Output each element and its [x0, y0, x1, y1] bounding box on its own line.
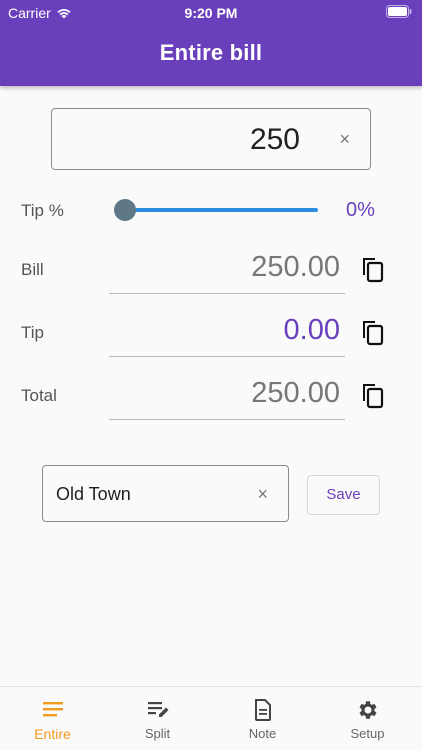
- total-label: Total: [21, 386, 57, 405]
- nav-item-entire[interactable]: Entire: [0, 687, 105, 750]
- nav-item-note[interactable]: Note: [210, 687, 315, 750]
- nav-label-split: Split: [144, 726, 171, 741]
- bill-amount-field[interactable]: 250 ×: [51, 108, 371, 170]
- tip-percent-slider[interactable]: [114, 199, 318, 221]
- nav-item-setup[interactable]: Setup: [315, 687, 420, 750]
- bill-underline: [109, 293, 345, 294]
- note-field[interactable]: Old Town ×: [42, 465, 289, 522]
- nav-label-setup: Setup: [350, 726, 385, 741]
- copy-tip-icon[interactable]: [360, 320, 384, 346]
- tip-percent-value: 0%: [346, 199, 375, 221]
- tip-percent-label: Tip %: [21, 201, 64, 220]
- copy-bill-icon[interactable]: [360, 257, 384, 283]
- clear-note-icon[interactable]: ×: [257, 484, 268, 505]
- tip-value: 0.00: [283, 314, 340, 346]
- slider-track[interactable]: [125, 208, 318, 212]
- bill-amount-value[interactable]: 250: [250, 123, 300, 157]
- bill-label: Bill: [21, 260, 44, 279]
- gear-icon: [359, 701, 376, 719]
- clear-amount-icon[interactable]: ×: [339, 129, 350, 150]
- nav-item-split[interactable]: Split: [105, 687, 210, 750]
- slider-thumb[interactable]: [114, 199, 136, 221]
- copy-total-icon[interactable]: [360, 383, 384, 409]
- tip-underline: [109, 356, 345, 357]
- status-bar: Carrier 9:20 PM: [0, 0, 422, 24]
- app-bar: Carrier 9:20 PM Entire bill: [0, 0, 422, 86]
- status-time: 9:20 PM: [184, 5, 238, 21]
- total-underline: [109, 419, 345, 420]
- list-icon: [42, 702, 63, 717]
- nav-label-entire: Entire: [34, 726, 71, 742]
- bill-value: 250.00: [251, 251, 340, 283]
- bottom-nav: Entire Split Note Setup: [0, 686, 422, 750]
- nav-label-note: Note: [248, 726, 277, 741]
- battery-icon: [386, 5, 412, 21]
- note-icon: [254, 699, 271, 721]
- edit-list-icon: [147, 702, 168, 717]
- save-button[interactable]: Save: [307, 475, 380, 515]
- note-value[interactable]: Old Town: [56, 484, 131, 505]
- tip-label: Tip: [21, 323, 44, 342]
- page-title: Entire bill: [159, 40, 263, 65]
- total-value: 250.00: [251, 377, 340, 409]
